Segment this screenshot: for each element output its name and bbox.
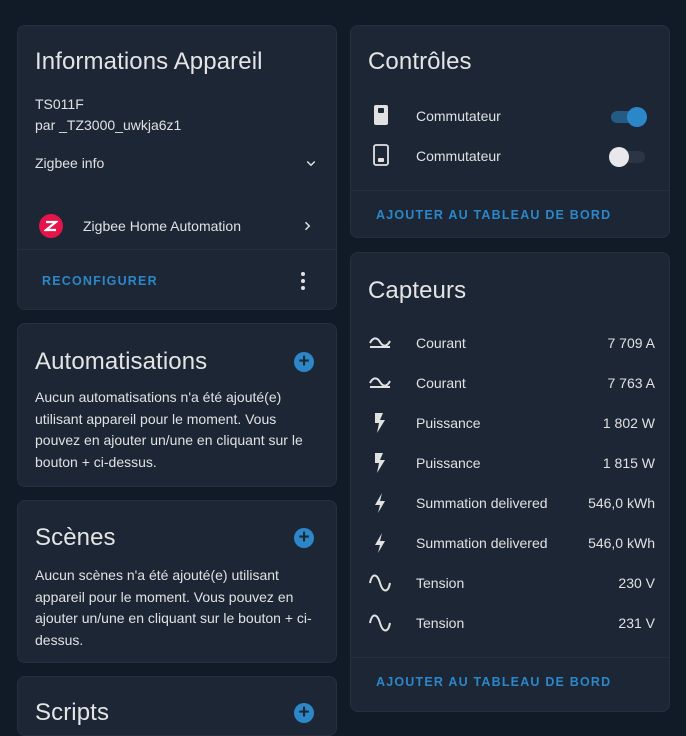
sensors-add-to-dashboard-button[interactable]: AJOUTER AU TABLEAU DE BORD: [376, 675, 611, 689]
scenes-card: Scènes + Aucun scènes n'a été ajouté(e) …: [17, 500, 337, 663]
sensors-card: Capteurs Courant 7 709 A Courant 7 763 A…: [350, 252, 670, 712]
current-ac-icon: [369, 372, 391, 394]
control-label: Commutateur: [416, 108, 501, 124]
sine-wave-icon: [369, 572, 391, 594]
sensor-label: Tension: [416, 575, 465, 591]
automations-title: Automatisations: [35, 348, 208, 375]
device-manufacturer: par _TZ3000_uwkja6z1: [35, 117, 182, 133]
sine-wave-icon: [369, 612, 391, 634]
add-script-button[interactable]: +: [294, 703, 314, 723]
integration-row[interactable]: Zigbee Home Automation: [18, 206, 336, 246]
device-model: TS011F: [35, 96, 84, 112]
divider: [351, 190, 669, 191]
switch-off-icon[interactable]: [370, 144, 392, 166]
sensor-row[interactable]: Puissance 1 815 W: [351, 450, 669, 476]
lightning-bolt-icon: [369, 532, 391, 554]
lightning-bolt-icon: [369, 492, 391, 514]
sensor-row[interactable]: Tension 231 V: [351, 610, 669, 636]
sensor-row[interactable]: Courant 7 763 A: [351, 370, 669, 396]
control-label: Commutateur: [416, 148, 501, 164]
scenes-title: Scènes: [35, 524, 116, 551]
sensor-label: Summation delivered: [416, 535, 548, 551]
controls-add-to-dashboard-button[interactable]: AJOUTER AU TABLEAU DE BORD: [376, 208, 611, 222]
zigbee-info-label: Zigbee info: [35, 155, 105, 171]
sensor-value: 546,0 kWh: [588, 535, 655, 551]
flash-icon: [369, 412, 391, 434]
sensor-value: 7 709 A: [607, 335, 656, 351]
switch-toggle-on[interactable]: [611, 106, 647, 127]
integration-label: Zigbee Home Automation: [83, 218, 241, 234]
switch-toggle-off[interactable]: [609, 146, 645, 167]
chevron-right-icon: [298, 217, 316, 240]
sensor-label: Summation delivered: [416, 495, 548, 511]
sensor-row[interactable]: Tension 230 V: [351, 570, 669, 596]
divider: [18, 249, 336, 250]
sensor-label: Puissance: [416, 455, 481, 471]
automations-empty-text: Aucun automatisations n'a été ajouté(e) …: [35, 389, 303, 470]
more-vertical-icon[interactable]: [300, 271, 306, 296]
sensor-value: 231 V: [618, 615, 655, 631]
control-row: Commutateur: [351, 142, 669, 168]
switch-on-icon[interactable]: [370, 104, 392, 126]
sensor-label: Puissance: [416, 415, 481, 431]
sensor-value: 546,0 kWh: [588, 495, 655, 511]
zigbee-info-expander[interactable]: Zigbee info: [18, 146, 336, 180]
sensor-value: 230 V: [618, 575, 655, 591]
scenes-empty-text: Aucun scènes n'a été ajouté(e) utilisant…: [35, 567, 312, 648]
sensor-row[interactable]: Summation delivered 546,0 kWh: [351, 490, 669, 516]
sensor-value: 1 815 W: [602, 455, 655, 471]
sensor-label: Tension: [416, 615, 465, 631]
device-info-card: Informations Appareil TS011F par _TZ3000…: [17, 25, 337, 310]
automations-card: Automatisations + Aucun automatisations …: [17, 323, 337, 487]
chevron-down-icon: [302, 154, 320, 177]
flash-icon: [369, 452, 391, 474]
sensor-row[interactable]: Puissance 1 802 W: [351, 410, 669, 436]
sensors-title: Capteurs: [368, 277, 467, 304]
sensor-value: 1 802 W: [602, 415, 655, 431]
scripts-card: Scripts +: [17, 676, 337, 736]
controls-card: Contrôles Commutateur Commutateur AJOUTE…: [350, 25, 670, 238]
sensor-label: Courant: [416, 335, 466, 351]
sensor-label: Courant: [416, 375, 466, 391]
sensor-row[interactable]: Courant 7 709 A: [351, 330, 669, 356]
controls-title: Contrôles: [368, 48, 472, 75]
control-row: Commutateur: [351, 102, 669, 128]
add-scene-button[interactable]: +: [294, 528, 314, 548]
add-automation-button[interactable]: +: [294, 352, 314, 372]
reconfigure-button[interactable]: RECONFIGURER: [42, 274, 158, 288]
zha-logo-icon: [39, 214, 63, 238]
divider: [351, 657, 669, 658]
sensor-row[interactable]: Summation delivered 546,0 kWh: [351, 530, 669, 556]
device-info-title: Informations Appareil: [35, 48, 263, 75]
scripts-title: Scripts: [35, 699, 110, 726]
current-ac-icon: [369, 332, 391, 354]
sensor-value: 7 763 A: [607, 375, 656, 391]
